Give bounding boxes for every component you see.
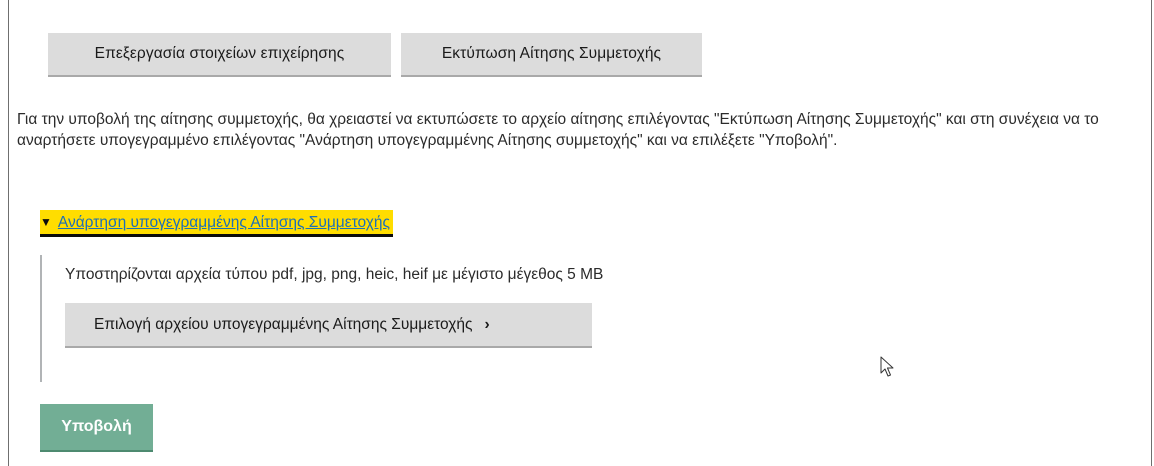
choose-file-label: Επιλογή αρχείου υπογεγραμμένης Αίτησης Σ… [94,315,473,333]
upload-section-toggle[interactable]: ▼ Ανάρτηση υπογεγραμμένης Αίτησης Συμμετο… [40,210,393,237]
instructions-text: Για την υποβολή της αίτησης συμμετοχής, … [17,111,1099,149]
upload-section-body: Υποστηρίζονται αρχεία τύπου pdf, jpg, pn… [40,255,742,382]
upload-section-summary-label: Ανάρτηση υπογεγραμμένης Αίτησης Συμμετοχ… [57,214,390,231]
submit-button[interactable]: Υποβολή [40,404,153,452]
triangle-down-icon: ▼ [40,215,52,229]
supported-files-text: Υποστηρίζονται αρχεία τύπου pdf, jpg, pn… [65,266,604,283]
edit-business-button[interactable]: Επεξεργασία στοιχείων επιχείρησης [48,33,391,77]
print-application-button[interactable]: Εκτύπωση Αίτησης Συμμετοχής [401,33,702,77]
mouse-pointer-icon [880,356,894,377]
choose-file-button[interactable]: Επιλογή αρχείου υπογεγραμμένης Αίτησης Σ… [65,303,592,348]
chevron-right-icon: › [484,315,490,333]
